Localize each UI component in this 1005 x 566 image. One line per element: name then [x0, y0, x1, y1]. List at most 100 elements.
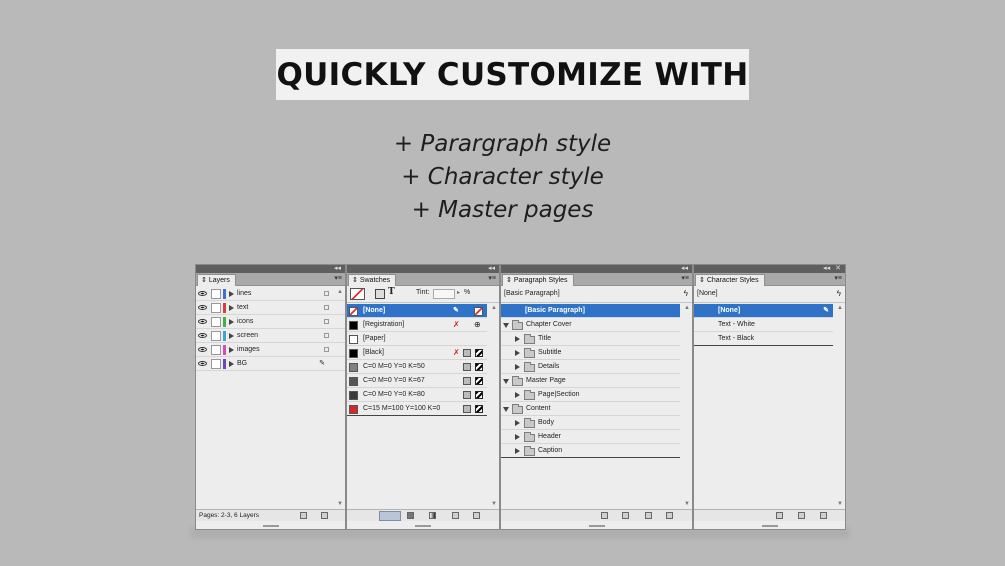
panel-menu-icon[interactable]: ▾≡ — [334, 275, 342, 283]
trash-icon[interactable] — [321, 512, 328, 519]
panel-menu-icon[interactable]: ▾≡ — [681, 275, 689, 283]
paragraph-style-row[interactable]: Master Page — [501, 374, 680, 388]
expand-arrow-icon[interactable] — [515, 349, 520, 356]
swatch-row[interactable]: C=0 M=0 Y=0 K=80 — [347, 388, 487, 402]
expand-arrow-icon[interactable] — [229, 318, 234, 325]
expand-arrow-icon[interactable] — [229, 346, 234, 353]
scroll-up-icon[interactable]: ▲ — [836, 305, 844, 311]
eye-icon[interactable] — [198, 347, 207, 352]
expand-arrow-icon[interactable] — [515, 391, 520, 398]
container-icon[interactable] — [375, 289, 385, 299]
paragraph-style-row[interactable]: Subtitle — [501, 346, 680, 360]
expand-arrow-icon[interactable] — [229, 290, 234, 297]
scroll-up-icon[interactable]: ▲ — [683, 305, 691, 311]
layer-row[interactable]: images — [196, 343, 345, 357]
paragraph-style-row[interactable]: Header — [501, 430, 680, 444]
swatch-row[interactable]: [Paper] — [347, 332, 487, 346]
eye-icon[interactable] — [198, 319, 207, 324]
trash-icon[interactable] — [666, 512, 673, 519]
paragraph-style-row[interactable]: Body — [501, 416, 680, 430]
new-style-icon[interactable] — [645, 512, 652, 519]
resize-grip[interactable] — [415, 525, 431, 527]
expand-arrow-icon[interactable] — [515, 335, 520, 342]
scroll-down-icon[interactable]: ▼ — [490, 501, 498, 507]
resize-grip[interactable] — [262, 525, 279, 527]
expand-arrow-icon[interactable] — [229, 332, 234, 339]
swatch-row[interactable]: [Black] ✗ — [347, 346, 487, 360]
tab-swatches[interactable]: ⇕ Swatches — [348, 274, 397, 286]
collapse-icon[interactable]: ◂◂ — [334, 265, 341, 273]
scroll-down-icon[interactable]: ▼ — [336, 501, 344, 507]
fill-stroke-icon[interactable] — [350, 288, 365, 300]
trash-icon[interactable] — [820, 512, 827, 519]
paragraph-style-row[interactable]: Caption — [501, 444, 680, 458]
eye-icon[interactable] — [198, 305, 207, 310]
eye-icon[interactable] — [198, 333, 207, 338]
collapse-arrow-icon[interactable] — [503, 323, 509, 328]
new-layer-icon[interactable] — [300, 512, 307, 519]
panel-menu-icon[interactable]: ▾≡ — [488, 275, 496, 283]
paragraph-style-row[interactable]: Content — [501, 402, 680, 416]
lightning-icon[interactable]: ϟ — [837, 286, 841, 302]
select-square[interactable] — [324, 291, 329, 296]
tab-layers[interactable]: ⇕ Layers — [197, 274, 236, 286]
new-swatch-icon[interactable] — [452, 512, 459, 519]
scroll-down-icon[interactable]: ▼ — [683, 501, 691, 507]
show-all-swatches-icon[interactable] — [379, 511, 401, 521]
tint-arrow-icon[interactable]: ▸ — [457, 289, 460, 296]
eye-icon[interactable] — [198, 361, 207, 366]
lock-toggle[interactable] — [211, 345, 221, 355]
lock-toggle[interactable] — [211, 303, 221, 313]
show-gradient-swatches-icon[interactable] — [429, 512, 436, 519]
swatch-row[interactable]: C=15 M=100 Y=100 K=0 — [347, 402, 487, 416]
show-color-swatches-icon[interactable] — [407, 512, 414, 519]
new-group-icon[interactable] — [776, 512, 783, 519]
expand-arrow-icon[interactable] — [515, 433, 520, 440]
scroll-down-icon[interactable]: ▼ — [836, 501, 844, 507]
select-square[interactable] — [324, 347, 329, 352]
layer-row[interactable]: icons — [196, 315, 345, 329]
layer-row[interactable]: BG ✎ — [196, 357, 345, 371]
expand-arrow-icon[interactable] — [229, 360, 234, 367]
collapse-icon[interactable]: ◂◂ — [488, 265, 495, 273]
expand-arrow-icon[interactable] — [515, 363, 520, 370]
select-square[interactable] — [324, 333, 329, 338]
resize-grip[interactable] — [761, 525, 778, 527]
swatch-row[interactable]: [None] ✎ — [347, 304, 487, 318]
character-style-row[interactable]: Text - Black — [694, 332, 833, 346]
clear-overrides-icon[interactable] — [622, 512, 629, 519]
panel-menu-icon[interactable]: ▾≡ — [834, 275, 842, 283]
tab-paragraph-styles[interactable]: ⇕ Paragraph Styles — [502, 274, 574, 286]
text-format-icon[interactable]: T — [388, 287, 395, 297]
resize-grip[interactable] — [588, 525, 605, 527]
scroll-up-icon[interactable]: ▲ — [490, 305, 498, 311]
character-style-row[interactable]: [None] ✎ — [694, 304, 833, 318]
paragraph-style-row[interactable]: Title — [501, 332, 680, 346]
tint-field[interactable] — [433, 289, 455, 299]
paragraph-style-row[interactable]: [Basic Paragraph] — [501, 304, 680, 318]
layer-row[interactable]: screen — [196, 329, 345, 343]
paragraph-style-row[interactable]: Page|Section — [501, 388, 680, 402]
collapse-arrow-icon[interactable] — [503, 407, 509, 412]
scroll-up-icon[interactable]: ▲ — [336, 289, 344, 295]
expand-arrow-icon[interactable] — [515, 447, 520, 454]
tab-character-styles[interactable]: ⇕ Character Styles — [695, 274, 765, 286]
close-icon[interactable]: ✕ — [835, 265, 841, 273]
new-style-icon[interactable] — [798, 512, 805, 519]
paragraph-style-row[interactable]: Details — [501, 360, 680, 374]
lightning-icon[interactable]: ϟ — [684, 286, 688, 302]
trash-icon[interactable] — [473, 512, 480, 519]
lock-toggle[interactable] — [211, 331, 221, 341]
swatch-row[interactable]: C=0 M=0 Y=0 K=67 — [347, 374, 487, 388]
expand-arrow-icon[interactable] — [515, 419, 520, 426]
paragraph-style-row[interactable]: Chapter Cover — [501, 318, 680, 332]
swatch-row[interactable]: C=0 M=0 Y=0 K=50 — [347, 360, 487, 374]
collapse-icon[interactable]: ◂◂ — [823, 265, 830, 273]
select-square[interactable] — [324, 305, 329, 310]
select-square[interactable] — [324, 319, 329, 324]
collapse-icon[interactable]: ◂◂ — [681, 265, 688, 273]
new-group-icon[interactable] — [601, 512, 608, 519]
character-style-row[interactable]: Text - White — [694, 318, 833, 332]
swatch-row[interactable]: [Registration] ✗ ⊕ — [347, 318, 487, 332]
layer-row[interactable]: lines — [196, 287, 345, 301]
